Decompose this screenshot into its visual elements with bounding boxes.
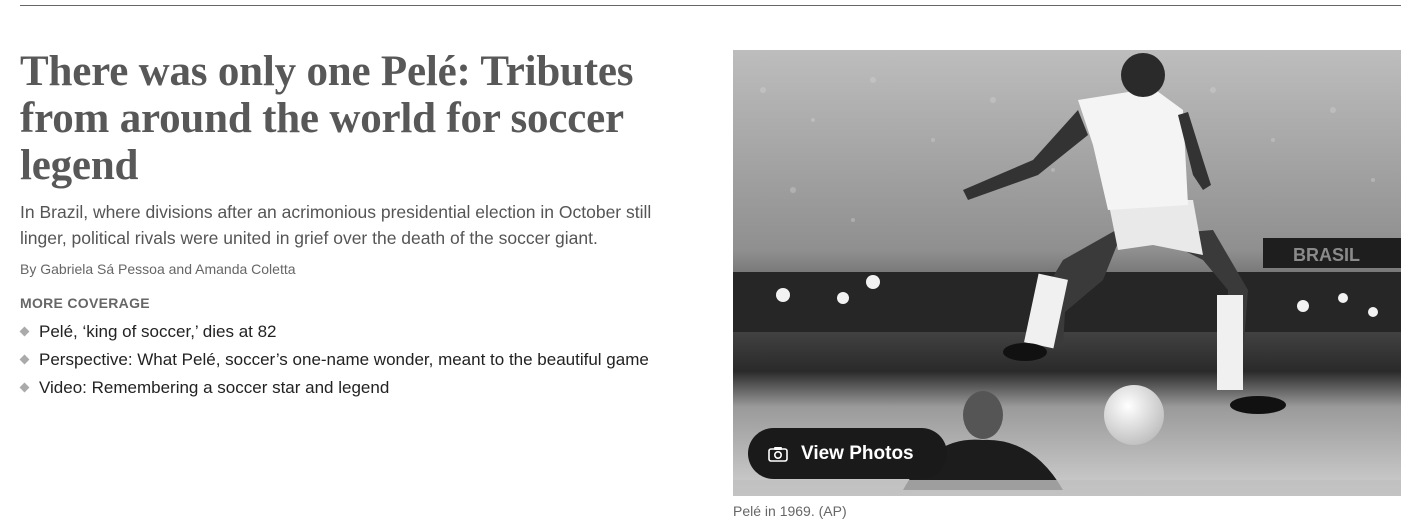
camera-icon (768, 446, 788, 462)
view-photos-label: View Photos (801, 442, 914, 464)
byline-authors[interactable]: Gabriela Sá Pessoa and Amanda Coletta (40, 261, 295, 277)
stadium-sign-text: BRASIL (1293, 245, 1360, 265)
byline: By Gabriela Sá Pessoa and Amanda Coletta (20, 259, 710, 279)
dek: In Brazil, where divisions after an acri… (20, 202, 652, 248)
more-coverage-label: MORE COVERAGE (20, 295, 150, 311)
view-photos-button[interactable]: View Photos (748, 428, 947, 479)
coverage-item: Pelé, ‘king of soccer,’ dies at 82 (19, 318, 710, 346)
coverage-link-obituary[interactable]: Pelé, ‘king of soccer,’ dies at 82 (39, 322, 277, 341)
story-text-column: There was only one Pelé: Tributes from a… (19, 48, 710, 402)
byline-prefix: By (20, 261, 41, 277)
diamond-bullet-icon (19, 382, 30, 393)
more-coverage-list: Pelé, ‘king of soccer,’ dies at 82 Persp… (19, 318, 710, 402)
top-divider (20, 5, 1401, 6)
diamond-bullet-icon (19, 354, 30, 365)
headline[interactable]: There was only one Pelé: Tributes from a… (20, 48, 710, 189)
lead-photo[interactable]: BRASIL View Photos (733, 50, 1401, 496)
photo-caption: Pelé in 1969. (AP) (733, 503, 847, 519)
diamond-bullet-icon (19, 326, 30, 337)
coverage-item: Video: Remembering a soccer star and leg… (19, 374, 710, 402)
headline-link[interactable]: There was only one Pelé: Tributes from a… (20, 48, 633, 189)
coverage-item: Perspective: What Pelé, soccer’s one-nam… (19, 346, 710, 374)
coverage-link-video[interactable]: Video: Remembering a soccer star and leg… (39, 378, 389, 397)
coverage-link-perspective[interactable]: Perspective: What Pelé, soccer’s one-nam… (39, 350, 649, 369)
